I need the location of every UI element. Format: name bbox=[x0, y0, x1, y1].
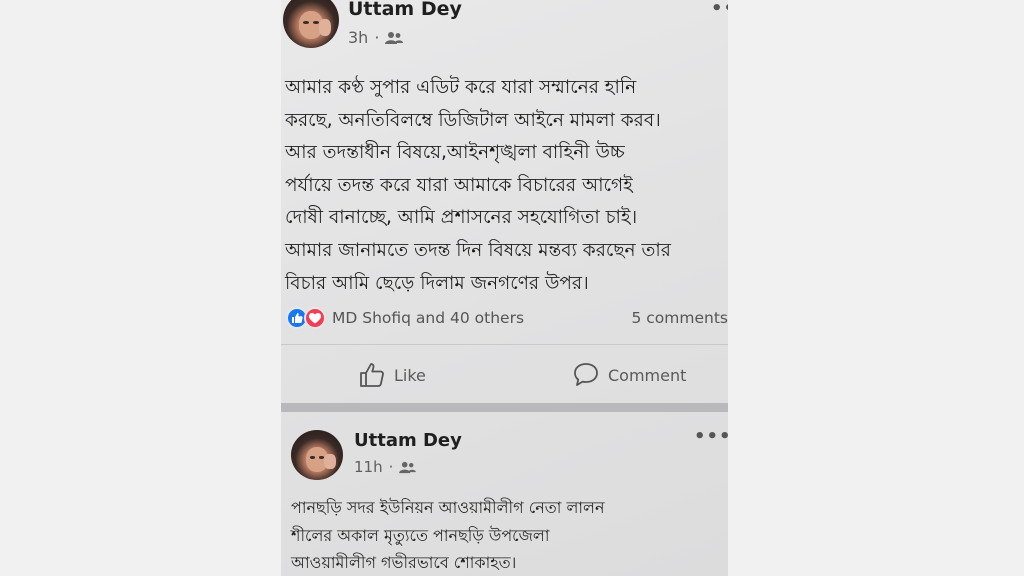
author-avatar[interactable] bbox=[283, 0, 339, 48]
reactions-row[interactable]: MD Shofiq and 40 others 5 comments bbox=[286, 305, 728, 331]
phone-screenshot: Uttam Dey 3h · •• আমার কণ্ঠ সুপার এডিট ক… bbox=[281, 0, 728, 576]
author-name[interactable]: Uttam Dey bbox=[348, 0, 462, 20]
friends-icon bbox=[399, 461, 417, 473]
more-options-icon[interactable]: ••• bbox=[694, 426, 728, 447]
like-button[interactable]: Like bbox=[359, 360, 426, 390]
divider bbox=[281, 344, 728, 345]
friends-icon bbox=[385, 31, 404, 44]
like-label: Like bbox=[394, 365, 426, 385]
feed-separator bbox=[281, 403, 728, 412]
love-reaction-icon bbox=[304, 307, 326, 329]
comment-button[interactable]: Comment bbox=[573, 360, 686, 390]
post-meta: 11h · bbox=[354, 458, 417, 476]
more-options-icon[interactable]: •• bbox=[711, 0, 728, 19]
post-meta: 3h · bbox=[348, 28, 404, 47]
thumbs-up-icon bbox=[360, 363, 384, 387]
reaction-names[interactable]: MD Shofiq and 40 others bbox=[332, 309, 524, 327]
comment-label: Comment bbox=[608, 365, 687, 385]
post-body: আমার কণ্ঠ সুপার এডিট করে যারা সম্মানের হ… bbox=[285, 77, 671, 294]
left-backdrop bbox=[0, 0, 281, 576]
author-name[interactable]: Uttam Dey bbox=[354, 430, 462, 451]
post-time[interactable]: 11h bbox=[354, 458, 383, 476]
post-body: পানছড়ি সদর ইউনিয়ন আওয়ামীলীগ নেতা লালন… bbox=[291, 498, 605, 572]
right-backdrop bbox=[728, 0, 1024, 576]
comments-count[interactable]: 5 comments bbox=[631, 309, 728, 327]
author-avatar[interactable] bbox=[291, 430, 343, 480]
post-time[interactable]: 3h bbox=[348, 28, 368, 47]
comment-icon bbox=[574, 363, 598, 386]
